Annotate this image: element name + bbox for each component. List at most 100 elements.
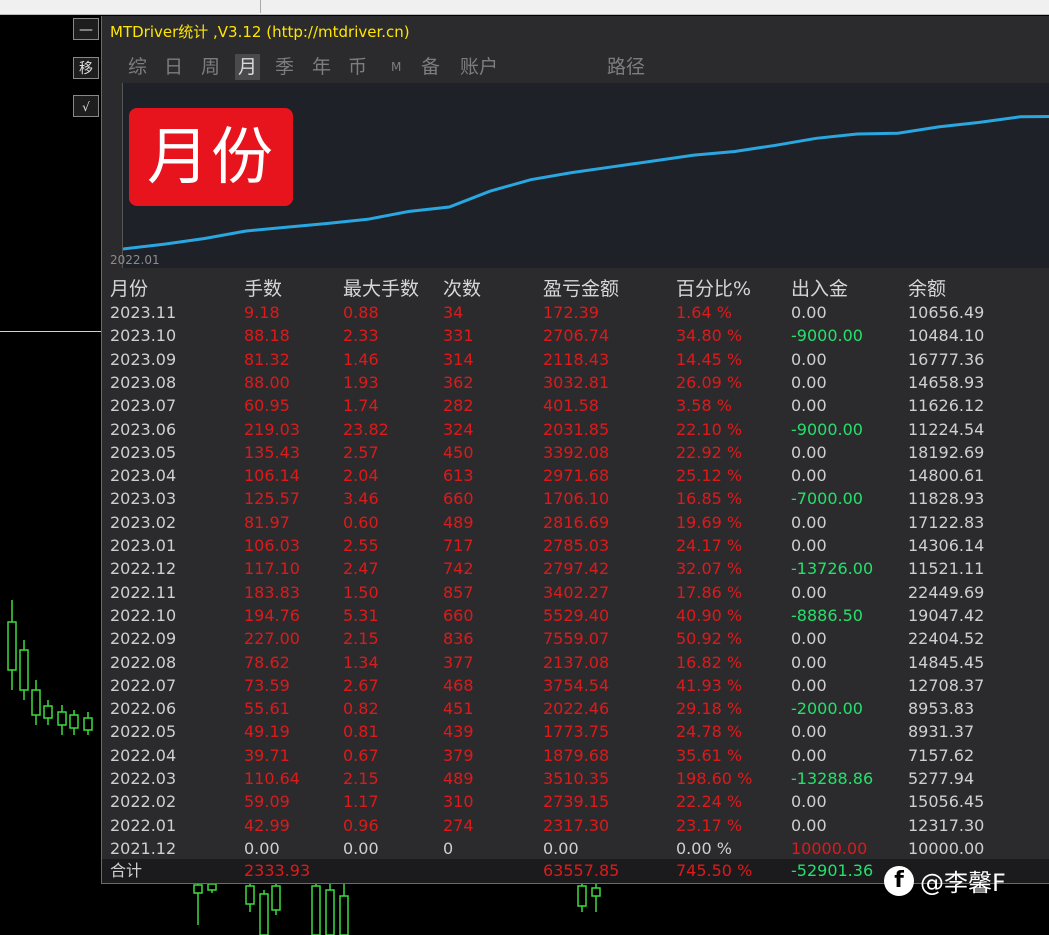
tab-note[interactable]: 备 — [421, 54, 440, 80]
cell-month: 2022.05 — [110, 722, 177, 742]
check-button[interactable]: √ — [73, 95, 99, 117]
tab-week[interactable]: 周 — [201, 54, 220, 80]
cell-percent: 50.92 % — [676, 629, 743, 649]
cell-lots: 106.14 — [244, 466, 300, 486]
cell-pnl: 3402.27 — [543, 582, 610, 602]
cell-count: 379 — [443, 745, 474, 765]
tab-year[interactable]: 年 — [312, 54, 331, 80]
cell-month: 2023.04 — [110, 466, 177, 486]
cell-max-lots: 0.88 — [343, 303, 379, 322]
tab-account[interactable]: 账户 — [460, 54, 498, 80]
cell-max-lots: 1.50 — [343, 582, 379, 602]
col-header-pnl: 盈亏金额 — [543, 278, 620, 300]
cell-deposit-withdraw: -9000.00 — [791, 326, 863, 346]
cell-count: 450 — [443, 442, 474, 462]
candle-body — [19, 649, 29, 691]
cell-count: 331 — [443, 326, 474, 346]
cell-max-lots: 23.82 — [343, 419, 389, 439]
cell-balance: 19047.42 — [908, 605, 985, 625]
stats-panel: MTDriver统计 ,V3.12 (http://mtdriver.cn) 综… — [101, 16, 1049, 884]
candle-body — [325, 889, 335, 935]
cell-balance: 5277.94 — [908, 769, 975, 788]
cell-deposit-withdraw: -9000.00 — [791, 419, 863, 439]
tab-currency[interactable]: 币 — [348, 54, 367, 80]
cell-deposit-withdraw: 0.00 — [791, 442, 827, 462]
cell-deposit-withdraw: 0.00 — [791, 629, 827, 649]
cell-count: 660 — [443, 489, 474, 509]
cell-percent: 25.12 % — [676, 466, 743, 486]
cell-lots: 88.18 — [244, 326, 290, 346]
cell-pnl: 0.00 — [543, 838, 579, 858]
total-deposit-withdraw: -52901.36 — [791, 861, 874, 880]
cell-count: 857 — [443, 582, 474, 602]
col-header-max-lots: 最大手数 — [343, 278, 420, 300]
tab-m[interactable]: M — [391, 54, 401, 80]
tab-quarter[interactable]: 季 — [275, 54, 294, 80]
cell-max-lots: 3.46 — [343, 489, 379, 509]
cell-percent: 23.17 % — [676, 815, 743, 835]
cell-balance: 16777.36 — [908, 349, 985, 369]
cell-count: 836 — [443, 629, 474, 649]
cell-month: 2023.05 — [110, 442, 177, 462]
cell-deposit-withdraw: 0.00 — [791, 372, 827, 392]
cell-pnl: 2317.30 — [543, 815, 610, 835]
cell-lots: 110.64 — [244, 769, 300, 788]
total-label: 合计 — [110, 861, 143, 880]
tab-day[interactable]: 日 — [164, 54, 183, 80]
candle-body — [31, 689, 41, 716]
cell-pnl: 3032.81 — [543, 372, 610, 392]
cell-deposit-withdraw: 0.00 — [791, 396, 827, 416]
candle-body — [245, 885, 255, 905]
cell-month: 2022.02 — [110, 792, 177, 812]
cell-count: 324 — [443, 419, 474, 439]
tab-month[interactable]: 月 — [235, 54, 261, 80]
col-header-balance: 余额 — [908, 278, 947, 300]
cell-balance: 14306.14 — [908, 536, 985, 555]
cell-count: 613 — [443, 466, 474, 486]
cell-count: 717 — [443, 536, 474, 555]
candle-body — [57, 711, 67, 726]
cell-deposit-withdraw: 0.00 — [791, 815, 827, 835]
cell-deposit-withdraw: -2000.00 — [791, 699, 863, 719]
minimize-button[interactable]: — — [73, 18, 99, 40]
cell-month: 2021.12 — [110, 838, 177, 858]
cell-lots: 183.83 — [244, 582, 300, 602]
cell-month: 2023.08 — [110, 372, 177, 392]
cell-balance: 14800.61 — [908, 466, 985, 486]
cell-month: 2023.10 — [110, 326, 177, 346]
tab-overview[interactable]: 综 — [128, 54, 147, 80]
total-percent: 745.50 % — [676, 861, 753, 880]
cell-pnl: 3754.54 — [543, 675, 610, 695]
candle-body — [311, 885, 321, 935]
cell-month: 2022.09 — [110, 629, 177, 649]
cell-month: 2022.10 — [110, 605, 177, 625]
move-button[interactable]: 移 — [73, 57, 99, 79]
cell-pnl: 1706.10 — [543, 489, 610, 509]
cell-balance: 18192.69 — [908, 442, 985, 462]
cell-max-lots: 2.55 — [343, 536, 379, 555]
cell-max-lots: 1.17 — [343, 792, 379, 812]
cell-lots: 0.00 — [244, 838, 280, 858]
cell-count: 282 — [443, 396, 474, 416]
cell-pnl: 3392.08 — [543, 442, 610, 462]
cell-deposit-withdraw: 0.00 — [791, 349, 827, 369]
month-badge: 月份 — [129, 108, 293, 206]
cell-pnl: 2816.69 — [543, 512, 610, 532]
cell-count: 362 — [443, 372, 474, 392]
cell-month: 2022.04 — [110, 745, 177, 765]
chart-x-tick-label: 2022.01 — [110, 253, 160, 267]
col-header-count: 次数 — [443, 278, 482, 300]
cell-lots: 194.76 — [244, 605, 300, 625]
col-header-lots: 手数 — [244, 278, 283, 300]
cell-lots: 55.61 — [244, 699, 290, 719]
cell-max-lots: 0.82 — [343, 699, 379, 719]
tab-path[interactable]: 路径 — [607, 54, 645, 80]
candle-body — [271, 885, 281, 911]
cell-pnl: 401.58 — [543, 396, 599, 416]
cell-lots: 135.43 — [244, 442, 300, 462]
cell-month: 2022.01 — [110, 815, 177, 835]
cell-lots: 59.09 — [244, 792, 290, 812]
cell-deposit-withdraw: 0.00 — [791, 675, 827, 695]
cell-count: 660 — [443, 605, 474, 625]
cell-percent: 19.69 % — [676, 512, 743, 532]
